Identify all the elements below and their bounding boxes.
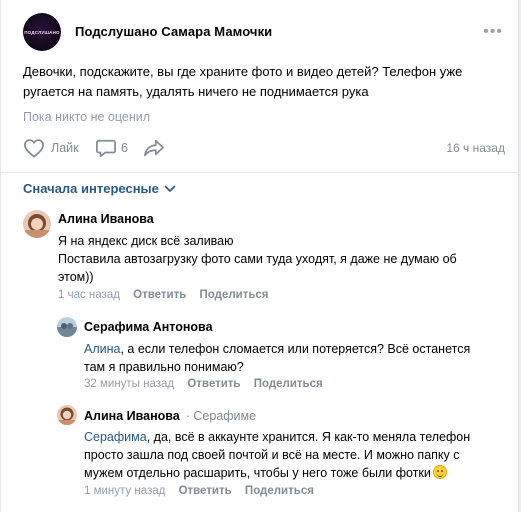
comment-time[interactable]: 1 минуту назад <box>84 485 165 497</box>
comment-meta: 1 час назад Ответить Поделиться <box>58 289 269 301</box>
author-name: Алина Иванова <box>58 212 154 226</box>
comment-line: мужем отдельно расшарить, чтобы у него т… <box>84 464 508 482</box>
post-card: подслушано Подслушано Самара Мамочки •••… <box>0 0 520 512</box>
comment-line: Поставила автозагрузку фото сами туда ух… <box>58 252 457 266</box>
mention-link[interactable]: Серафима <box>84 430 147 444</box>
post-text: Девочки, подскажите, вы где храните фото… <box>23 64 463 99</box>
share-button[interactable] <box>143 138 165 158</box>
group-name[interactable]: Подслушано Самара Мамочки <box>75 24 272 39</box>
more-options-icon[interactable]: ••• <box>483 23 503 41</box>
comment-line-text: , а если телефон сломается или потеряетс… <box>120 342 471 356</box>
avatar[interactable] <box>57 405 77 425</box>
speech-bubble-icon <box>96 139 116 158</box>
comment-author[interactable]: Алина Иванова · Серафиме <box>84 409 256 423</box>
avatar-image <box>57 317 77 337</box>
share-comment-button[interactable]: Поделиться <box>199 289 268 301</box>
avatar-image <box>57 405 77 425</box>
comment-meta: 1 минуту назад Ответить Поделиться <box>84 485 314 497</box>
group-avatar-logo: подслушано <box>24 29 60 35</box>
comment-text: Алина, а если телефон сломается или поте… <box>84 340 508 376</box>
comment-author[interactable]: Серафима Антонова <box>84 320 213 334</box>
comment-line-text: мужем отдельно расшарить, чтобы у него т… <box>84 466 431 480</box>
mention-link[interactable]: Алина <box>84 342 120 356</box>
sort-label: Сначала интересные <box>23 181 159 196</box>
comment-line-text: , да, всё в аккаунте хранится. Я как-то … <box>146 430 471 444</box>
reply-button[interactable]: Ответить <box>187 378 240 390</box>
group-avatar[interactable]: подслушано <box>23 13 61 51</box>
author-name: Серафима Антонова <box>84 320 213 334</box>
comment-line: Алина, а если телефон сломается или поте… <box>84 340 508 358</box>
likes-info: Пока никто не оценил <box>23 110 151 124</box>
share-arrow-icon <box>144 139 164 157</box>
share-comment-button[interactable]: Поделиться <box>245 485 314 497</box>
comment-line: Серафима, да, всё в аккаунте хранится. Я… <box>84 428 508 446</box>
smiling-face-emoji-icon <box>432 465 447 479</box>
like-button[interactable]: Лайк <box>23 138 79 158</box>
heart-outline-icon <box>24 139 44 158</box>
avatar[interactable] <box>23 210 51 238</box>
reply-button[interactable]: Ответить <box>133 289 186 301</box>
comment-button[interactable]: 6 <box>95 138 128 158</box>
comment-line: этом)) <box>58 270 94 284</box>
reply-button[interactable]: Ответить <box>179 485 232 497</box>
comment-time[interactable]: 1 час назад <box>58 289 120 301</box>
divider <box>1 172 520 173</box>
comments-count: 6 <box>121 141 128 155</box>
comment-text: Я на яндекс диск всё заливаю Поставила а… <box>58 232 508 286</box>
comment-time[interactable]: 32 минуты назад <box>84 378 174 390</box>
share-comment-button[interactable]: Поделиться <box>254 378 323 390</box>
sort-dropdown[interactable]: Сначала интересные <box>23 181 176 196</box>
like-label: Лайк <box>51 141 79 155</box>
reply-to-label[interactable]: · Серафиме <box>186 409 256 423</box>
comment-line: Я на яндекс диск всё заливаю <box>58 234 234 248</box>
post-time[interactable]: 16 ч назад <box>446 141 505 155</box>
chevron-down-icon <box>164 185 176 192</box>
avatar[interactable] <box>57 317 77 337</box>
comment-line: там я правильно понимаю? <box>84 360 244 374</box>
reply-to-name: Серафиме <box>193 409 257 423</box>
post-actions: Лайк 6 16 ч назад <box>23 138 505 160</box>
comment-author[interactable]: Алина Иванова <box>58 212 154 226</box>
comment-line: просто зашла под своей почтой и всё на м… <box>84 448 460 462</box>
author-name: Алина Иванова <box>84 409 180 423</box>
avatar-image <box>23 210 51 238</box>
comment-text: Серафима, да, всё в аккаунте хранится. Я… <box>84 428 508 482</box>
comment-meta: 32 минуты назад Ответить Поделиться <box>84 378 323 390</box>
post-header: подслушано Подслушано Самара Мамочки ••• <box>23 13 503 51</box>
